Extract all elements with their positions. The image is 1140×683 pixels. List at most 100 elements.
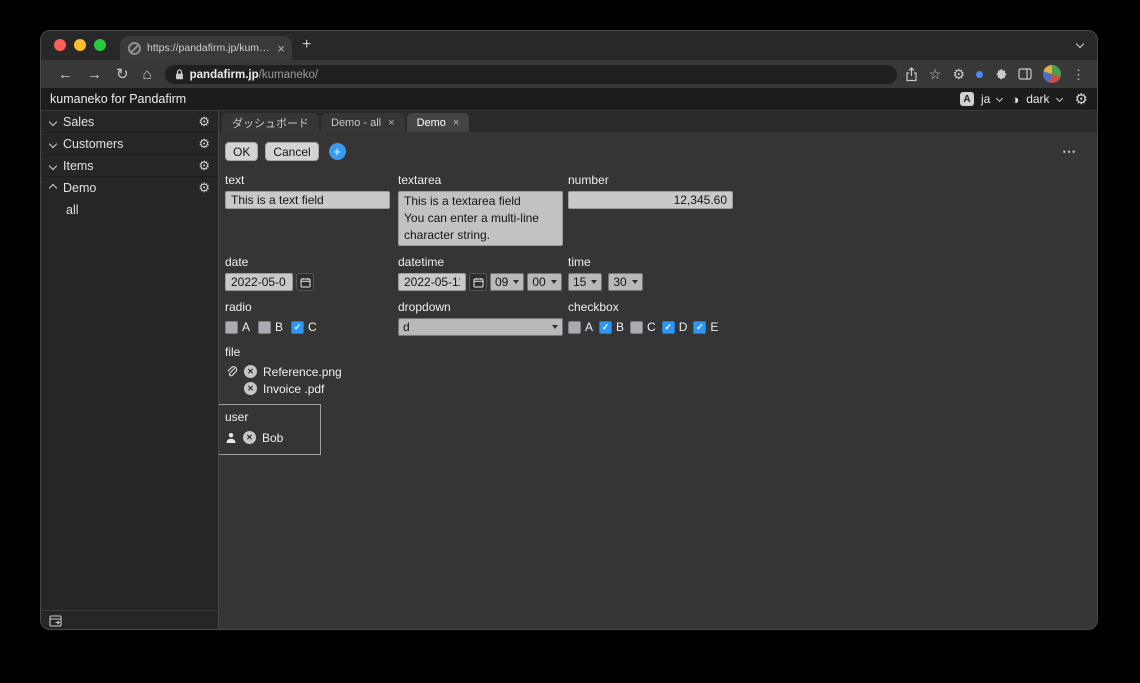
add-button[interactable]: +	[328, 143, 346, 160]
file-name[interactable]: Reference.png	[263, 365, 342, 379]
url-path: /kumaneko/	[258, 69, 319, 81]
checkbox-input[interactable]	[599, 320, 613, 334]
checkbox-option[interactable]: B	[599, 320, 624, 334]
gear-icon[interactable]: ⚙	[198, 180, 210, 196]
checkbox-input[interactable]	[568, 320, 581, 334]
profile-avatar[interactable]	[1043, 65, 1061, 83]
calendar-button[interactable]	[469, 273, 487, 291]
datetime-minute-select[interactable]: 00	[527, 273, 562, 291]
reload-button[interactable]: ↻	[109, 67, 136, 82]
checkbox-input[interactable]	[630, 320, 644, 334]
chevron-down-icon	[48, 117, 58, 126]
sidebar-child-label: all	[66, 203, 79, 217]
extension-gear-icon[interactable]: ⚙	[952, 66, 965, 82]
extension-dot-icon[interactable]	[976, 70, 983, 78]
dropdown-select[interactable]: d	[398, 318, 563, 336]
checkbox-option[interactable]: A	[568, 320, 593, 334]
expand-table-icon[interactable]	[49, 615, 62, 627]
forward-button[interactable]: →	[80, 67, 109, 82]
close-icon[interactable]: ×	[277, 42, 285, 55]
radio-option[interactable]: B	[258, 320, 283, 334]
sidebar-item-demo-all[interactable]: all	[41, 199, 218, 221]
calendar-icon	[300, 277, 310, 287]
radio-input[interactable]	[291, 320, 305, 334]
datetime-date-input[interactable]	[398, 273, 466, 291]
checkbox-input[interactable]	[693, 320, 707, 334]
user-field-group[interactable]: user ✕ Bob	[213, 404, 321, 455]
chevron-down-icon[interactable]	[1055, 94, 1063, 102]
address-bar[interactable]: pandafirm.jp/kumaneko/	[164, 64, 897, 84]
field-label-user: user	[225, 410, 249, 424]
textarea-input[interactable]: This is a textarea field You can enter a…	[398, 191, 563, 246]
radio-label: C	[308, 320, 317, 334]
app-header: kumaneko for Pandafirm A ja ◑ dark ⚙	[41, 88, 1097, 111]
field-label-date: date	[225, 255, 249, 269]
home-button[interactable]: ⌂	[136, 67, 159, 82]
sidebar: Sales ⚙ Customers ⚙ Items ⚙ Demo ⚙ all	[41, 111, 219, 629]
field-label-dropdown: dropdown	[398, 300, 451, 314]
translate-icon: A	[960, 92, 974, 106]
close-window-button[interactable]	[54, 39, 66, 51]
checkbox-option[interactable]: C	[630, 320, 656, 334]
new-tab-button[interactable]: +	[292, 36, 311, 60]
datetime-hour-select[interactable]: 09	[490, 273, 525, 291]
chevron-down-icon	[550, 280, 557, 284]
checkbox-option[interactable]: E	[693, 320, 718, 334]
text-input[interactable]	[225, 191, 390, 209]
time-hour-select[interactable]: 15	[568, 273, 603, 291]
site-favicon-icon	[128, 41, 141, 55]
ok-button[interactable]: OK	[225, 142, 259, 161]
remove-file-icon[interactable]: ✕	[244, 382, 257, 395]
close-icon[interactable]: ×	[388, 117, 394, 129]
sidebar-item-demo[interactable]: Demo ⚙	[41, 177, 218, 199]
chevron-down-icon[interactable]	[996, 94, 1004, 102]
extensions-puzzle-icon[interactable]	[994, 68, 1007, 81]
side-panel-icon[interactable]	[1018, 68, 1032, 80]
more-options-icon[interactable]: ⋯	[1062, 143, 1097, 160]
number-input[interactable]	[568, 191, 733, 209]
file-name[interactable]: Invoice .pdf	[263, 382, 324, 396]
zoom-window-button[interactable]	[94, 39, 106, 51]
theme-selector[interactable]: dark	[1026, 92, 1049, 106]
time-minute-select[interactable]: 30	[608, 273, 643, 291]
close-icon[interactable]: ×	[453, 117, 459, 129]
gear-icon[interactable]: ⚙	[198, 158, 210, 174]
select-value: 00	[532, 275, 546, 289]
share-icon[interactable]	[905, 66, 918, 82]
desktop-background: https://pandafirm.jp/kumaneko × + ← → ↻ …	[0, 0, 1140, 683]
radio-option[interactable]: C	[291, 320, 317, 334]
checkbox-input[interactable]	[661, 320, 675, 334]
tab-label: Demo - all	[331, 116, 382, 129]
chevron-down-icon	[48, 161, 58, 170]
checkbox-option[interactable]: D	[661, 320, 687, 334]
lock-icon	[175, 68, 183, 79]
radio-label: B	[275, 320, 284, 334]
calendar-button[interactable]	[296, 273, 314, 291]
radio-input[interactable]	[258, 320, 272, 334]
back-button[interactable]: ←	[51, 67, 80, 82]
tab-dashboard[interactable]: ダッシュボード	[222, 113, 319, 132]
tab-search-chevron-icon[interactable]	[1075, 34, 1085, 52]
tab-demo-all[interactable]: Demo - all ×	[321, 113, 405, 132]
browser-tab[interactable]: https://pandafirm.jp/kumaneko ×	[120, 36, 292, 60]
remove-file-icon[interactable]: ✕	[244, 365, 257, 378]
radio-field-group: radio A B ✓ C	[225, 300, 398, 336]
date-input[interactable]	[225, 273, 293, 291]
settings-gear-icon[interactable]: ⚙	[1075, 90, 1088, 108]
radio-input[interactable]	[225, 320, 238, 334]
user-name: Bob	[262, 430, 284, 445]
minimize-window-button[interactable]	[74, 39, 86, 51]
radio-option[interactable]: A	[225, 320, 250, 334]
sidebar-item-sales[interactable]: Sales ⚙	[41, 111, 218, 133]
bookmark-star-icon[interactable]: ☆	[929, 66, 942, 82]
language-selector[interactable]: ja	[981, 92, 990, 106]
gear-icon[interactable]: ⚙	[198, 136, 210, 152]
remove-user-icon[interactable]: ✕	[243, 431, 256, 444]
cancel-button[interactable]: Cancel	[265, 142, 319, 161]
sidebar-item-customers[interactable]: Customers ⚙	[41, 133, 218, 155]
browser-menu-icon[interactable]: ⋮	[1072, 67, 1085, 82]
gear-icon[interactable]: ⚙	[198, 114, 210, 130]
tab-demo[interactable]: Demo ×	[406, 113, 470, 132]
user-icon	[226, 432, 236, 443]
sidebar-item-items[interactable]: Items ⚙	[41, 155, 218, 177]
